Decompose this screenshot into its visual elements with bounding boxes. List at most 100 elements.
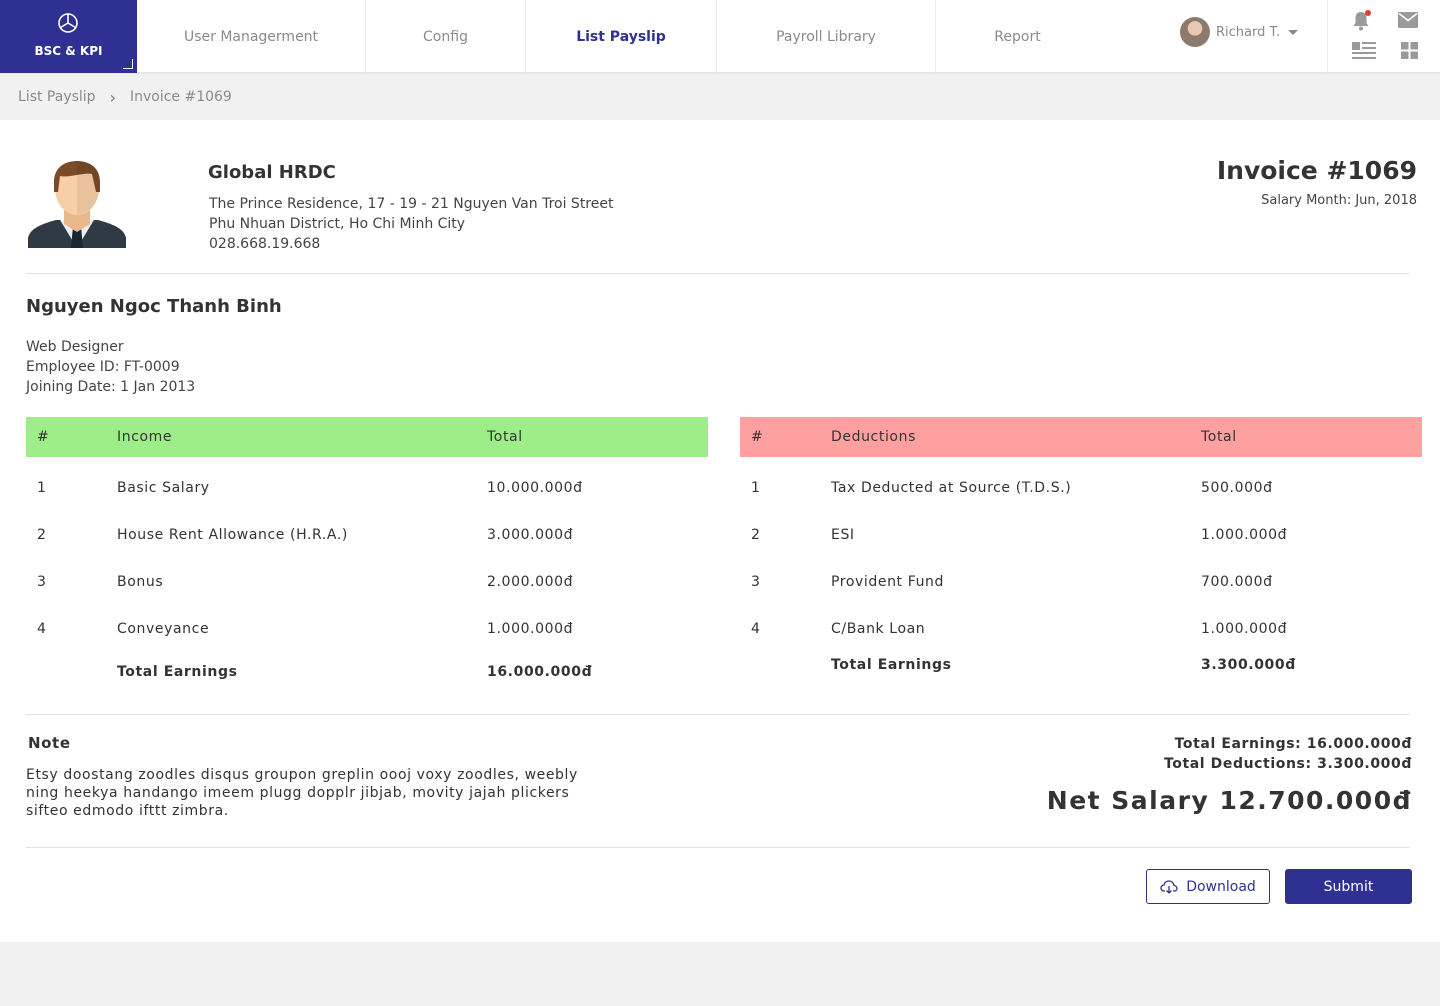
header-no: # <box>37 429 50 445</box>
table-row: 2 House Rent Allowance (H.R.A.) 3.000.00… <box>26 511 708 558</box>
employee-role: Web Designer <box>26 339 124 355</box>
total-row: Total Earnings 16.000.000đ <box>26 652 708 692</box>
grid-icon[interactable] <box>1401 42 1418 59</box>
user-menu[interactable]: Richard T. <box>1180 16 1299 48</box>
brand-name: BSC & KPI <box>34 44 103 58</box>
row-total: 3.000.000đ <box>487 526 574 543</box>
total-value: 16.000.000đ <box>487 664 593 680</box>
note-section: Note Etsy doostang zoodles disqus groupo… <box>26 734 606 820</box>
bell-icon[interactable] <box>1352 10 1371 32</box>
row-name: Provident Fund <box>831 573 945 590</box>
avatar <box>1180 17 1210 47</box>
table-row: 1 Basic Salary 10.000.000đ <box>26 464 708 511</box>
breadcrumb: List Payslip › Invoice #1069 <box>0 74 1440 120</box>
row-total: 1.000.000đ <box>1201 526 1288 543</box>
table-header: # Deductions Total <box>740 417 1422 457</box>
header-no: # <box>751 429 764 445</box>
total-label: Total Earnings <box>831 657 952 673</box>
row-name: C/Bank Loan <box>831 620 926 637</box>
header-deductions: Deductions <box>831 429 916 445</box>
newspaper-icon[interactable] <box>1352 42 1376 60</box>
row-total: 1.000.000đ <box>1201 620 1288 637</box>
table-row: 4 Conveyance 1.000.000đ <box>26 605 708 652</box>
user-name: Richard T. <box>1216 24 1281 40</box>
submit-button[interactable]: Submit <box>1285 869 1412 904</box>
row-total: 2.000.000đ <box>487 573 574 590</box>
breadcrumb-list-payslip[interactable]: List Payslip <box>18 89 96 105</box>
row-no: 4 <box>751 620 761 637</box>
company-info: Global HRDC The Prince Residence, 17 - 1… <box>208 162 614 252</box>
income-table: # Income Total 1 Basic Salary 10.000.000… <box>26 417 708 692</box>
total-value: 3.300.000đ <box>1201 657 1296 673</box>
notification-dot <box>1365 10 1371 16</box>
divider <box>26 847 1410 848</box>
header-total: Total <box>1201 429 1237 445</box>
pie-chart-icon <box>58 13 78 33</box>
divider <box>26 273 1410 274</box>
row-name: House Rent Allowance (H.R.A.) <box>117 526 348 543</box>
salary-month: Salary Month: Jun, 2018 <box>1261 193 1417 208</box>
header-total: Total <box>487 429 523 445</box>
employee-name: Nguyen Ngoc Thanh Binh <box>26 296 282 317</box>
row-total: 700.000đ <box>1201 573 1273 590</box>
nav-config[interactable]: Config <box>366 0 526 73</box>
total-label: Total Earnings <box>117 664 238 680</box>
total-row: Total Earnings 3.300.000đ <box>740 645 1422 685</box>
company-phone: 028.668.19.668 <box>209 236 321 252</box>
row-no: 3 <box>751 573 761 590</box>
row-no: 3 <box>37 573 47 590</box>
brand-corner-mark <box>123 59 133 69</box>
company-address-line1: The Prince Residence, 17 - 19 - 21 Nguye… <box>209 196 614 212</box>
net-salary: Net Salary 12.700.000đ <box>1046 786 1412 815</box>
company-name: Global HRDC <box>208 162 336 183</box>
row-name: Conveyance <box>117 620 210 637</box>
row-no: 4 <box>37 620 47 637</box>
company-address-line2: Phu Nhuan District, Ho Chi Minh City <box>209 216 466 232</box>
row-name: Tax Deducted at Source (T.D.S.) <box>831 479 1072 496</box>
note-body: Etsy doostang zoodles disqus groupon gre… <box>26 767 578 819</box>
row-no: 1 <box>751 479 761 496</box>
row-no: 1 <box>37 479 47 496</box>
row-total: 1.000.000đ <box>487 620 574 637</box>
mail-icon[interactable] <box>1398 12 1418 28</box>
nav-payroll-library[interactable]: Payroll Library <box>717 0 936 73</box>
employee-info: Nguyen Ngoc Thanh Binh Web Designer Empl… <box>26 296 282 397</box>
nav-list-payslip[interactable]: List Payslip <box>526 0 717 73</box>
row-name: ESI <box>831 526 855 543</box>
employee-joining-date: Joining Date: 1 Jan 2013 <box>26 379 196 395</box>
divider <box>1327 0 1328 73</box>
note-title: Note <box>28 734 71 752</box>
table-row: 3 Bonus 2.000.000đ <box>26 558 708 605</box>
summary-total-deductions: Total Deductions: 3.300.000đ <box>1163 756 1412 772</box>
top-navbar: BSC & KPI User Managerment Config List P… <box>0 0 1440 73</box>
employee-id: Employee ID: FT-0009 <box>26 359 180 375</box>
chevron-right-icon: › <box>109 87 116 107</box>
cloud-download-icon <box>1160 879 1178 894</box>
divider <box>26 714 1410 715</box>
row-name: Basic Salary <box>117 479 210 496</box>
table-row: 3 Provident Fund 700.000đ <box>740 558 1422 605</box>
breadcrumb-current: Invoice #1069 <box>129 89 232 105</box>
salary-summary: Total Earnings: 16.000.000đ Total Deduct… <box>1047 734 1412 815</box>
payslip-card: Global HRDC The Prince Residence, 17 - 1… <box>0 120 1440 942</box>
company-avatar <box>28 161 126 248</box>
row-no: 2 <box>751 526 761 543</box>
table-header: # Income Total <box>26 417 708 457</box>
nav-user-management[interactable]: User Managerment <box>137 0 366 73</box>
row-total: 500.000đ <box>1201 479 1273 496</box>
download-label: Download <box>1186 878 1256 895</box>
table-row: 2 ESI 1.000.000đ <box>740 511 1422 558</box>
table-row: 1 Tax Deducted at Source (T.D.S.) 500.00… <box>740 464 1422 511</box>
chevron-down-icon <box>1288 29 1299 35</box>
row-total: 10.000.000đ <box>487 479 583 496</box>
brand-logo-block[interactable]: BSC & KPI <box>0 0 137 73</box>
invoice-header: Invoice #1069 Salary Month: Jun, 2018 <box>1217 156 1417 208</box>
row-name: Bonus <box>117 573 164 590</box>
nav-report[interactable]: Report <box>936 0 1099 73</box>
download-button[interactable]: Download <box>1146 869 1270 904</box>
header-income: Income <box>117 429 173 445</box>
row-no: 2 <box>37 526 47 543</box>
deductions-table: # Deductions Total 1 Tax Deducted at Sou… <box>740 417 1422 685</box>
invoice-title: Invoice #1069 <box>1216 156 1417 185</box>
summary-total-earnings: Total Earnings: 16.000.000đ <box>1174 736 1412 752</box>
